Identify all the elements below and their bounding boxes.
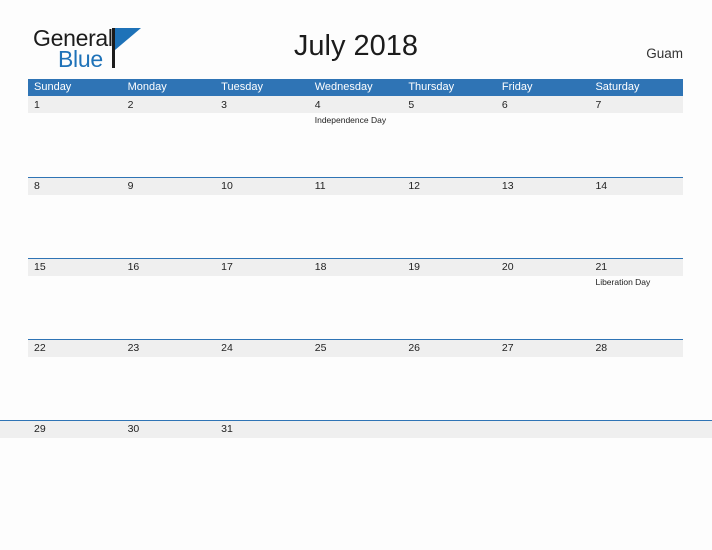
calendar-day-cell[interactable]: 20: [496, 258, 590, 339]
calendar-day-cell[interactable]: 1: [28, 96, 122, 177]
calendar-day-cell[interactable]: 13: [496, 177, 590, 258]
day-number: 28: [595, 342, 608, 354]
calendar-day-cell[interactable]: 9: [122, 177, 216, 258]
location-label: Guam: [646, 46, 683, 61]
calendar-day-cell[interactable]: 5: [402, 96, 496, 177]
calendar-day-cell[interactable]: 18: [309, 258, 403, 339]
calendar-grid: Sunday Monday Tuesday Wednesday Thursday…: [0, 79, 712, 501]
day-number: 23: [127, 342, 140, 354]
day-number: 2: [127, 99, 134, 111]
calendar-day-cell[interactable]: 30: [122, 420, 216, 501]
calendar-day-cell[interactable]: 15: [28, 258, 122, 339]
page-header: General Blue July 2018 Guam: [0, 0, 712, 75]
day-number: 17: [221, 261, 233, 273]
calendar-week-row: 22 23 24 25 26 27 28: [28, 339, 683, 420]
weekday-header-monday: Monday: [127, 81, 167, 93]
calendar-day-cell[interactable]: 24: [215, 339, 309, 420]
day-number: 10: [221, 180, 233, 192]
day-number: 12: [408, 180, 420, 192]
day-number: 27: [501, 342, 514, 354]
calendar-day-cell[interactable]: 23: [122, 339, 216, 420]
calendar-day-cell[interactable]: 7: [589, 96, 683, 177]
calendar-day-cell[interactable]: 19: [402, 258, 496, 339]
calendar-day-cell[interactable]: 4 Independence Day: [309, 96, 403, 177]
day-number: 19: [408, 261, 420, 273]
calendar-day-cell[interactable]: 17: [215, 258, 309, 339]
calendar-day-cell[interactable]: 11: [309, 177, 403, 258]
calendar-day-cell[interactable]: 21 Liberation Day: [589, 258, 683, 339]
day-number: 14: [595, 180, 608, 192]
day-number: 7: [595, 99, 602, 111]
day-number: 21: [595, 261, 608, 273]
day-number: 16: [127, 261, 140, 273]
weekday-header-tuesday: Tuesday: [221, 81, 263, 93]
calendar-day-cell[interactable]: 26: [402, 339, 496, 420]
day-number: 3: [221, 99, 227, 111]
day-number: 9: [127, 180, 134, 192]
calendar-day-cell-empty: [496, 420, 590, 501]
weekday-header-row: Sunday Monday Tuesday Wednesday Thursday…: [28, 79, 683, 96]
calendar-day-cell[interactable]: 12: [402, 177, 496, 258]
calendar-week-row: 29 30 31: [0, 420, 712, 501]
day-number: 24: [221, 342, 233, 354]
day-number: 30: [127, 423, 140, 435]
day-number: 4: [314, 99, 321, 111]
weekday-header-friday: Friday: [501, 81, 533, 93]
weekday-header-wednesday: Wednesday: [314, 81, 373, 93]
day-number: 22: [34, 342, 46, 354]
day-number: 6: [501, 99, 508, 111]
calendar-week-row: 8 9 10 11 12 13 14: [28, 177, 683, 258]
calendar-day-cell[interactable]: 27: [496, 339, 590, 420]
day-number: 15: [34, 261, 46, 273]
calendar-day-cell-empty: [589, 420, 683, 501]
calendar-day-cell[interactable]: 25: [309, 339, 403, 420]
calendar-day-cell[interactable]: 8: [28, 177, 122, 258]
page-title: July 2018: [293, 30, 419, 62]
day-number: 1: [34, 99, 40, 111]
weekday-header-saturday: Saturday: [595, 81, 640, 93]
calendar-day-cell-empty: [309, 420, 403, 501]
day-number: 20: [501, 261, 514, 273]
calendar-day-cell[interactable]: 3: [215, 96, 309, 177]
calendar-week-row: 15 16 17 18 19 20 21 Liberation Day: [28, 258, 683, 339]
calendar-day-cell[interactable]: 6: [496, 96, 590, 177]
day-number: 25: [314, 342, 327, 354]
calendar-day-cell[interactable]: 28: [589, 339, 683, 420]
day-number: 18: [314, 261, 327, 273]
calendar-day-cell[interactable]: 22: [28, 339, 122, 420]
calendar-day-cell-empty: [402, 420, 496, 501]
day-number: 5: [408, 99, 415, 111]
calendar-week-row: 1 2 3 4 Independence Day 5 6 7: [28, 96, 683, 177]
calendar-day-cell[interactable]: 29: [28, 420, 122, 501]
calendar-day-cell[interactable]: 10: [215, 177, 309, 258]
weekday-header-thursday: Thursday: [408, 81, 455, 93]
calendar-day-cell[interactable]: 31: [215, 420, 309, 501]
day-number: 11: [314, 180, 326, 192]
calendar-day-cell[interactable]: 16: [122, 258, 216, 339]
day-number: 8: [34, 180, 40, 192]
day-number: 29: [34, 423, 46, 435]
day-event-label: Liberation Day: [595, 277, 651, 287]
day-event-label: Independence Day: [314, 115, 387, 125]
day-number: 26: [408, 342, 420, 354]
weekday-header-sunday: Sunday: [34, 81, 72, 93]
calendar-day-cell[interactable]: 14: [589, 177, 683, 258]
calendar-day-cell[interactable]: 2: [122, 96, 216, 177]
day-number: 13: [501, 180, 514, 192]
day-number: 31: [221, 423, 233, 435]
